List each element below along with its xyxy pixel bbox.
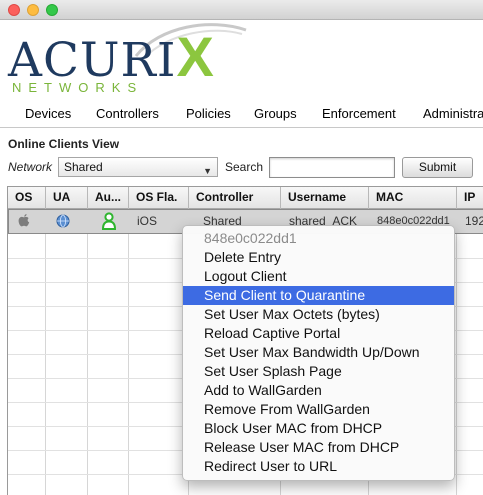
filter-bar: Network Shared ▼ Search Submit [0,156,483,180]
submit-button[interactable]: Submit [402,157,473,178]
logo-wordmark: ACURIX [8,29,215,85]
user-authenticated-icon [89,210,129,233]
column-divider [87,209,88,495]
maximize-window-button[interactable] [46,4,58,16]
column-divider [128,209,129,495]
search-label: Search [225,160,264,174]
network-label: Network [8,160,53,174]
ip-cell: 192 [465,214,483,228]
os-flavor-cell: iOS [137,214,158,228]
client-context-menu: 848e0c022dd1 Delete Entry Logout Client … [182,225,455,481]
column-header-auth[interactable]: Au... [88,187,129,209]
close-window-button[interactable] [8,4,20,16]
network-select[interactable]: Shared ▼ [58,157,218,177]
column-header-controller[interactable]: Controller [189,187,281,209]
menu-item-send-to-quarantine[interactable]: Send Client to Quarantine [183,286,454,305]
nav-groups[interactable]: Groups [254,106,297,121]
globe-icon [47,210,88,233]
column-header-mac[interactable]: MAC [369,187,457,209]
chevron-down-icon: ▼ [203,166,212,176]
table-header: OS UA Au... OS Fla. Controller Username … [8,187,483,209]
menu-item-set-splash-page[interactable]: Set User Splash Page [183,362,454,381]
apple-icon [9,210,46,233]
menu-item-set-max-octets[interactable]: Set User Max Octets (bytes) [183,305,454,324]
column-divider [45,209,46,495]
menu-item-redirect-url[interactable]: Redirect User to URL [183,457,454,476]
column-header-os[interactable]: OS [8,187,46,209]
view-title: Online Clients View [8,137,120,151]
nav-policies[interactable]: Policies [186,106,231,121]
logo-word-x: X [176,25,215,88]
brand-logo: ACURIX NETWORKS [0,20,483,98]
logo-subtitle: NETWORKS [12,80,144,95]
main-nav: Devices Controllers Policies Groups Enfo… [0,100,483,128]
menu-item-reload-captive-portal[interactable]: Reload Captive Portal [183,324,454,343]
column-divider [456,209,457,495]
nav-controllers[interactable]: Controllers [96,106,159,121]
column-header-username[interactable]: Username [281,187,369,209]
menu-item-add-wallgarden[interactable]: Add to WallGarden [183,381,454,400]
menu-item-block-mac-dhcp[interactable]: Block User MAC from DHCP [183,419,454,438]
minimize-window-button[interactable] [27,4,39,16]
nav-administration[interactable]: Administra [423,106,483,121]
nav-devices[interactable]: Devices [25,106,71,121]
network-select-value: Shared [64,160,103,174]
nav-enforcement[interactable]: Enforcement [322,106,396,121]
column-header-os-flavor[interactable]: OS Fla. [129,187,189,209]
menu-item-logout-client[interactable]: Logout Client [183,267,454,286]
window-title-bar [0,0,483,20]
column-header-ua[interactable]: UA [46,187,88,209]
context-menu-header: 848e0c022dd1 [204,230,297,246]
menu-item-delete-entry[interactable]: Delete Entry [183,248,454,267]
menu-item-remove-wallgarden[interactable]: Remove From WallGarden [183,400,454,419]
menu-item-set-max-bandwidth[interactable]: Set User Max Bandwidth Up/Down [183,343,454,362]
search-input[interactable] [269,157,395,178]
menu-item-release-mac-dhcp[interactable]: Release User MAC from DHCP [183,438,454,457]
column-header-ip[interactable]: IP [457,187,483,209]
